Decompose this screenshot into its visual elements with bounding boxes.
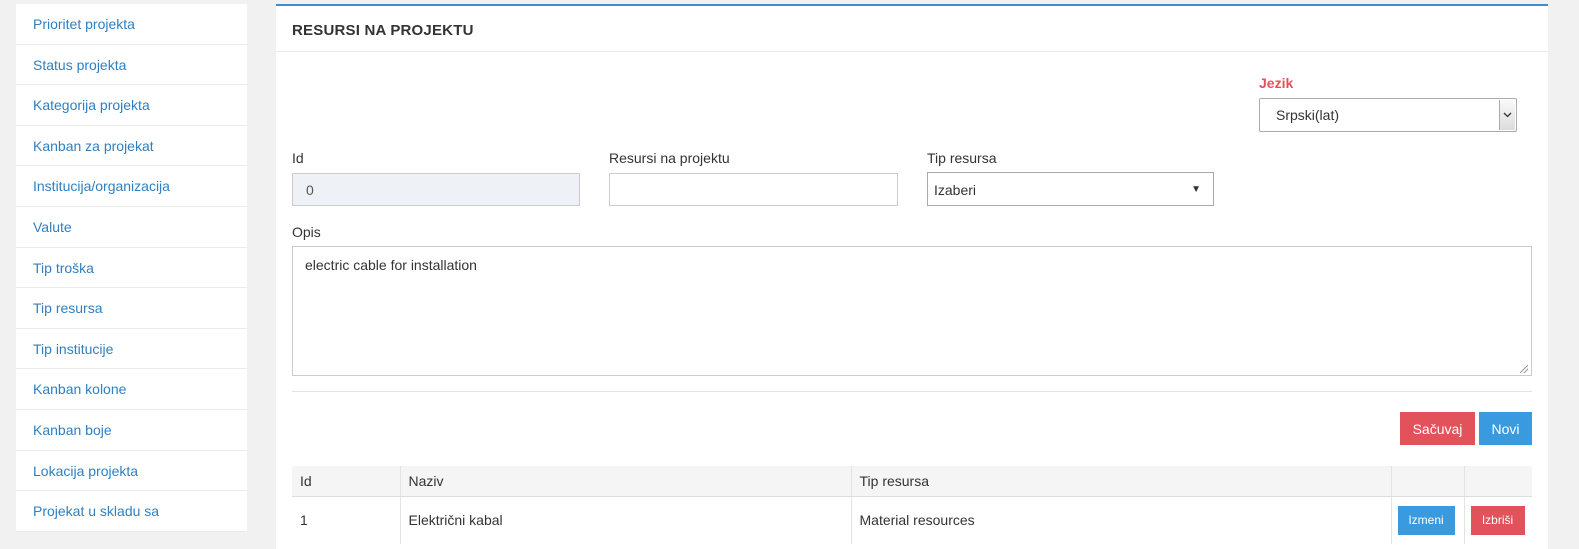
sidebar-item-kategorija-projekta[interactable]: Kategorija projekta bbox=[16, 85, 247, 126]
table-row: 1 Električni kabal Material resources Iz… bbox=[292, 496, 1532, 544]
language-select-value: Srpski(lat) bbox=[1276, 107, 1340, 123]
sidebar-item-valute[interactable]: Valute bbox=[16, 207, 247, 248]
resource-type-value: Izaberi bbox=[934, 182, 977, 198]
description-label: Opis bbox=[292, 224, 321, 240]
sidebar: Prioritet projekta Status projekta Kateg… bbox=[16, 4, 247, 532]
column-header-naziv: Naziv bbox=[399, 466, 851, 497]
sidebar-item-kanban-kolone[interactable]: Kanban kolone bbox=[16, 369, 247, 410]
new-button[interactable]: Novi bbox=[1479, 412, 1532, 445]
resource-name-label: Resursi na projektu bbox=[609, 150, 730, 166]
row-name: Električni kabal bbox=[399, 496, 851, 544]
row-id: 1 bbox=[300, 512, 308, 529]
caret-down-icon: ▼ bbox=[1191, 184, 1201, 195]
row-delete-cell: Izbriši bbox=[1463, 496, 1532, 544]
language-label: Jezik bbox=[1259, 75, 1294, 91]
page-title: RESURSI NA PROJEKTU bbox=[292, 22, 474, 39]
table-header-row: Id Naziv Tip resursa bbox=[292, 466, 1532, 497]
delete-button[interactable]: Izbriši bbox=[1470, 505, 1525, 535]
resize-grip-icon[interactable] bbox=[1520, 365, 1528, 373]
sidebar-item-prioritet-projekta[interactable]: Prioritet projekta bbox=[16, 4, 247, 45]
id-label: Id bbox=[292, 150, 304, 166]
row-edit-cell: Izmeni bbox=[1390, 496, 1464, 544]
id-field: 0 bbox=[292, 173, 580, 206]
sidebar-item-tip-institucije[interactable]: Tip institucije bbox=[16, 329, 247, 370]
resources-table: Id Naziv Tip resursa 1 Električni kabal … bbox=[292, 466, 1532, 544]
column-header-tip-resursa: Tip resursa bbox=[850, 466, 1391, 497]
resource-type-label: Tip resursa bbox=[927, 150, 997, 166]
resource-type-select[interactable]: Izaberi ▼ bbox=[927, 172, 1214, 206]
header-divider bbox=[276, 51, 1548, 52]
edit-button[interactable]: Izmeni bbox=[1397, 505, 1455, 535]
sidebar-item-kanban-boje[interactable]: Kanban boje bbox=[16, 410, 247, 451]
language-select[interactable]: Srpski(lat) bbox=[1259, 98, 1517, 132]
form-divider bbox=[292, 391, 1532, 392]
sidebar-item-institucija-organizacija[interactable]: Institucija/organizacija bbox=[16, 166, 247, 207]
row-type: Material resources bbox=[850, 496, 1391, 544]
chevron-down-icon bbox=[1499, 100, 1515, 130]
sidebar-item-tip-troska[interactable]: Tip troška bbox=[16, 248, 247, 289]
sidebar-item-status-projekta[interactable]: Status projekta bbox=[16, 45, 247, 86]
sidebar-item-projekat-u-skladu-sa[interactable]: Projekat u skladu sa bbox=[16, 491, 247, 532]
resource-name-field[interactable] bbox=[609, 173, 898, 206]
sidebar-item-kanban-za-projekat[interactable]: Kanban za projekat bbox=[16, 126, 247, 167]
resources-panel: RESURSI NA PROJEKTU Jezik Srpski(lat) Id… bbox=[276, 4, 1548, 549]
save-button[interactable]: Sačuvaj bbox=[1400, 412, 1475, 445]
column-header-id: Id bbox=[292, 466, 400, 497]
sidebar-item-lokacija-projekta[interactable]: Lokacija projekta bbox=[16, 451, 247, 492]
description-value: electric cable for installation bbox=[305, 257, 477, 273]
description-textarea[interactable]: electric cable for installation bbox=[292, 246, 1532, 376]
column-header-delete bbox=[1463, 466, 1532, 497]
id-field-value: 0 bbox=[306, 182, 314, 198]
sidebar-item-tip-resursa[interactable]: Tip resursa bbox=[16, 288, 247, 329]
column-header-edit bbox=[1390, 466, 1464, 497]
